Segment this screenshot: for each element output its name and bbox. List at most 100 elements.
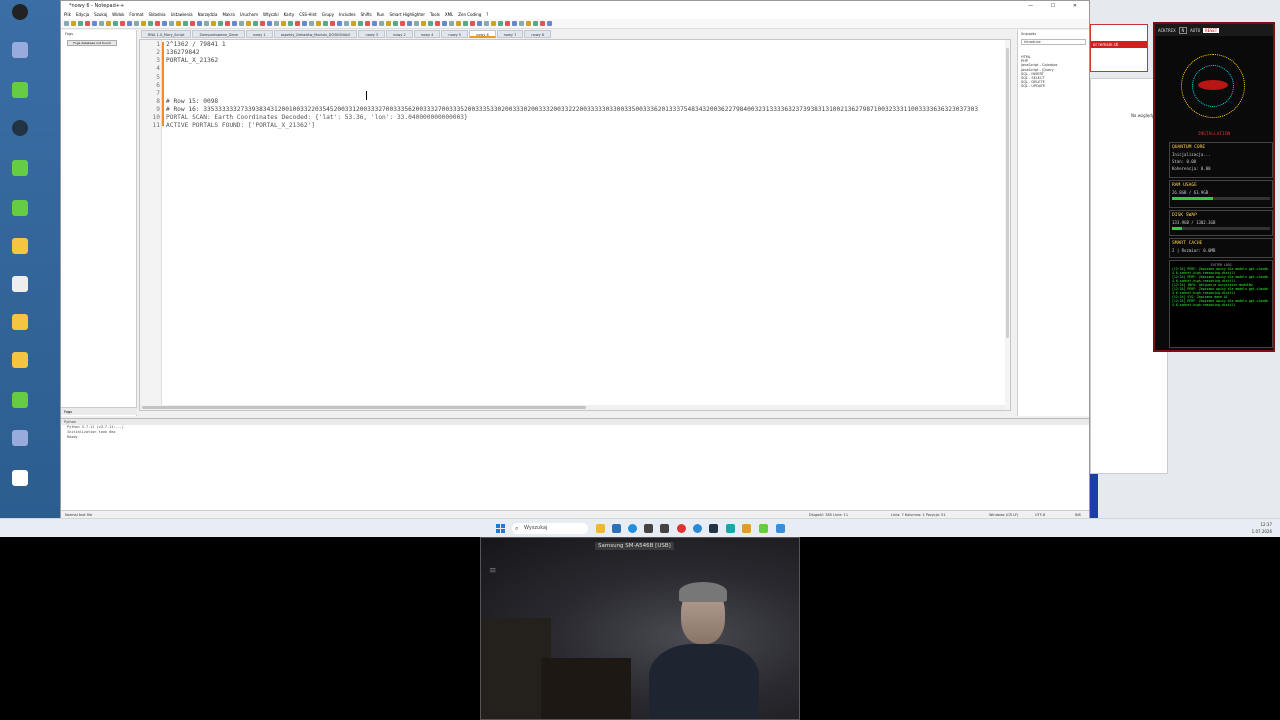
toolbar-button-icon[interactable] [218,21,223,26]
code-line[interactable] [166,82,1004,90]
vertical-scrollbar[interactable] [1005,40,1010,410]
code-line[interactable]: ACTIVE PORTALS FOUND: ['PORTAL_X_21362'] [166,122,1004,130]
document-tab[interactable]: nowy 2 [386,30,413,38]
menu-item[interactable]: Makra [222,12,234,17]
toolbar-button-icon[interactable] [484,21,489,26]
menu-item[interactable]: Includes [339,12,356,17]
toolbar-button-icon[interactable] [526,21,531,26]
toolbar-button-icon[interactable] [309,21,314,26]
toolbar-button-icon[interactable] [267,21,272,26]
code-line[interactable]: 2^1362 / 79841 1 [166,41,1004,49]
taskbar-app-icon-4[interactable] [693,524,702,533]
toolbar-button-icon[interactable] [519,21,524,26]
toolbar-button-icon[interactable] [295,21,300,26]
toolbar-button-icon[interactable] [540,21,545,26]
toolbar-button-icon[interactable] [330,21,335,26]
hamburger-menu-icon[interactable]: ≡ [489,566,499,576]
document-tab[interactable]: nowy 1 [246,30,273,38]
scroll-thumb[interactable] [142,406,586,409]
toolbar-button-icon[interactable] [323,21,328,26]
menu-item[interactable]: Narzędzia [198,12,218,17]
document-tab[interactable]: nowy 8 [524,30,551,38]
toolbar-button-icon[interactable] [113,21,118,26]
toolbar-button-icon[interactable] [204,21,209,26]
document-tab[interactable]: aspekty_Dekadów_Modułu_DOSKONAŁE [273,30,358,38]
taskbar-search[interactable]: ⌕ Wyszukaj [512,523,588,534]
toolbar-button-icon[interactable] [477,21,482,26]
menu-item[interactable]: Tools [430,12,440,17]
menu-item[interactable]: Widok [112,12,124,17]
desktop-icon-11[interactable] [6,392,34,426]
monitor-field[interactable]: N [1178,26,1188,34]
desktop-icon-12[interactable] [6,430,34,464]
menu-item[interactable]: Run [377,12,385,17]
monitor-mode[interactable]: AUTO [1190,28,1200,33]
toolbar-button-icon[interactable] [337,21,342,26]
menu-item[interactable]: XML [445,12,453,17]
toolbar-button-icon[interactable] [400,21,405,26]
menu-item[interactable]: Zen Coding [458,12,481,17]
toolbar-button-icon[interactable] [190,21,195,26]
chrome-icon[interactable] [677,524,686,533]
document-tab[interactable]: RNA 1.0_Mary_Script [141,30,192,38]
left-panel-tab[interactable]: Fogs [61,407,137,415]
menu-item[interactable]: Edycja [76,12,89,17]
code-line[interactable] [166,74,1004,82]
toolbar-button-icon[interactable] [260,21,265,26]
toolbar-button-icon[interactable] [505,21,510,26]
toolbar-button-icon[interactable] [449,21,454,26]
windows-start-icon[interactable] [496,524,505,533]
menu-item[interactable]: Grupy [322,12,334,17]
toolbar-button-icon[interactable] [274,21,279,26]
toolbar-button-icon[interactable] [344,21,349,26]
desktop-icon-1[interactable] [6,4,34,38]
menu-item[interactable]: Smart Highlighter [389,12,425,17]
taskbar-app-icon-7[interactable] [742,524,751,533]
toolbar-button-icon[interactable] [120,21,125,26]
toolbar-button-icon[interactable] [99,21,104,26]
toolbar-button-icon[interactable] [456,21,461,26]
code-line[interactable]: PORTAL_X_21362 [166,57,1004,65]
code-line[interactable]: 136279842 [166,49,1004,57]
code-line[interactable] [166,65,1004,73]
snippet-item[interactable]: SQL - UPDATE [1018,84,1089,88]
toolbar-button-icon[interactable] [470,21,475,26]
toolbar-button-icon[interactable] [386,21,391,26]
toolbar-button-icon[interactable] [197,21,202,26]
toolbar-button-icon[interactable] [358,21,363,26]
toolbar-button-icon[interactable] [379,21,384,26]
edge-icon[interactable] [628,524,637,533]
desktop-icon-13[interactable] [6,470,34,504]
desktop-icon-5[interactable] [6,160,34,194]
menu-item[interactable]: Składnia [149,12,166,17]
taskbar-app-icon-6[interactable] [726,524,735,533]
toolbar-button-icon[interactable] [225,21,230,26]
toolbar-button-icon[interactable] [491,21,496,26]
toolbar-button-icon[interactable] [64,21,69,26]
document-tab[interactable]: nowy 5 [441,30,469,38]
code-line[interactable]: PORTAL SCAN: Earth Coordinates Decoded: … [166,114,1004,122]
desktop-icon-3[interactable] [6,82,34,116]
toolbar-button-icon[interactable] [463,21,468,26]
toolbar-button-icon[interactable] [169,21,174,26]
toolbar-button-icon[interactable] [141,21,146,26]
toolbar-button-icon[interactable] [176,21,181,26]
taskbar-app-icon-8[interactable] [776,524,785,533]
menu-item[interactable]: ? [486,12,488,17]
toolbar-button-icon[interactable] [351,21,356,26]
menu-item[interactable]: Shifts [361,12,372,17]
toolbar-button-icon[interactable] [372,21,377,26]
document-tab[interactable]: nowy 7 [496,30,524,38]
toolbar-button-icon[interactable] [239,21,244,26]
toolbar-button-icon[interactable] [442,21,447,26]
document-tab[interactable]: nowy 4 [413,30,441,38]
toolbar-button-icon[interactable] [547,21,552,26]
menu-item[interactable]: Uruchom [240,12,258,17]
desktop-icon-4[interactable] [6,120,34,154]
menu-item[interactable]: CSS-Hint [299,12,317,17]
toolbar-button-icon[interactable] [288,21,293,26]
toolbar-button-icon[interactable] [162,21,167,26]
desktop-icon-8[interactable] [6,276,34,310]
toolbar-button-icon[interactable] [281,21,286,26]
toolbar-button-icon[interactable] [533,21,538,26]
